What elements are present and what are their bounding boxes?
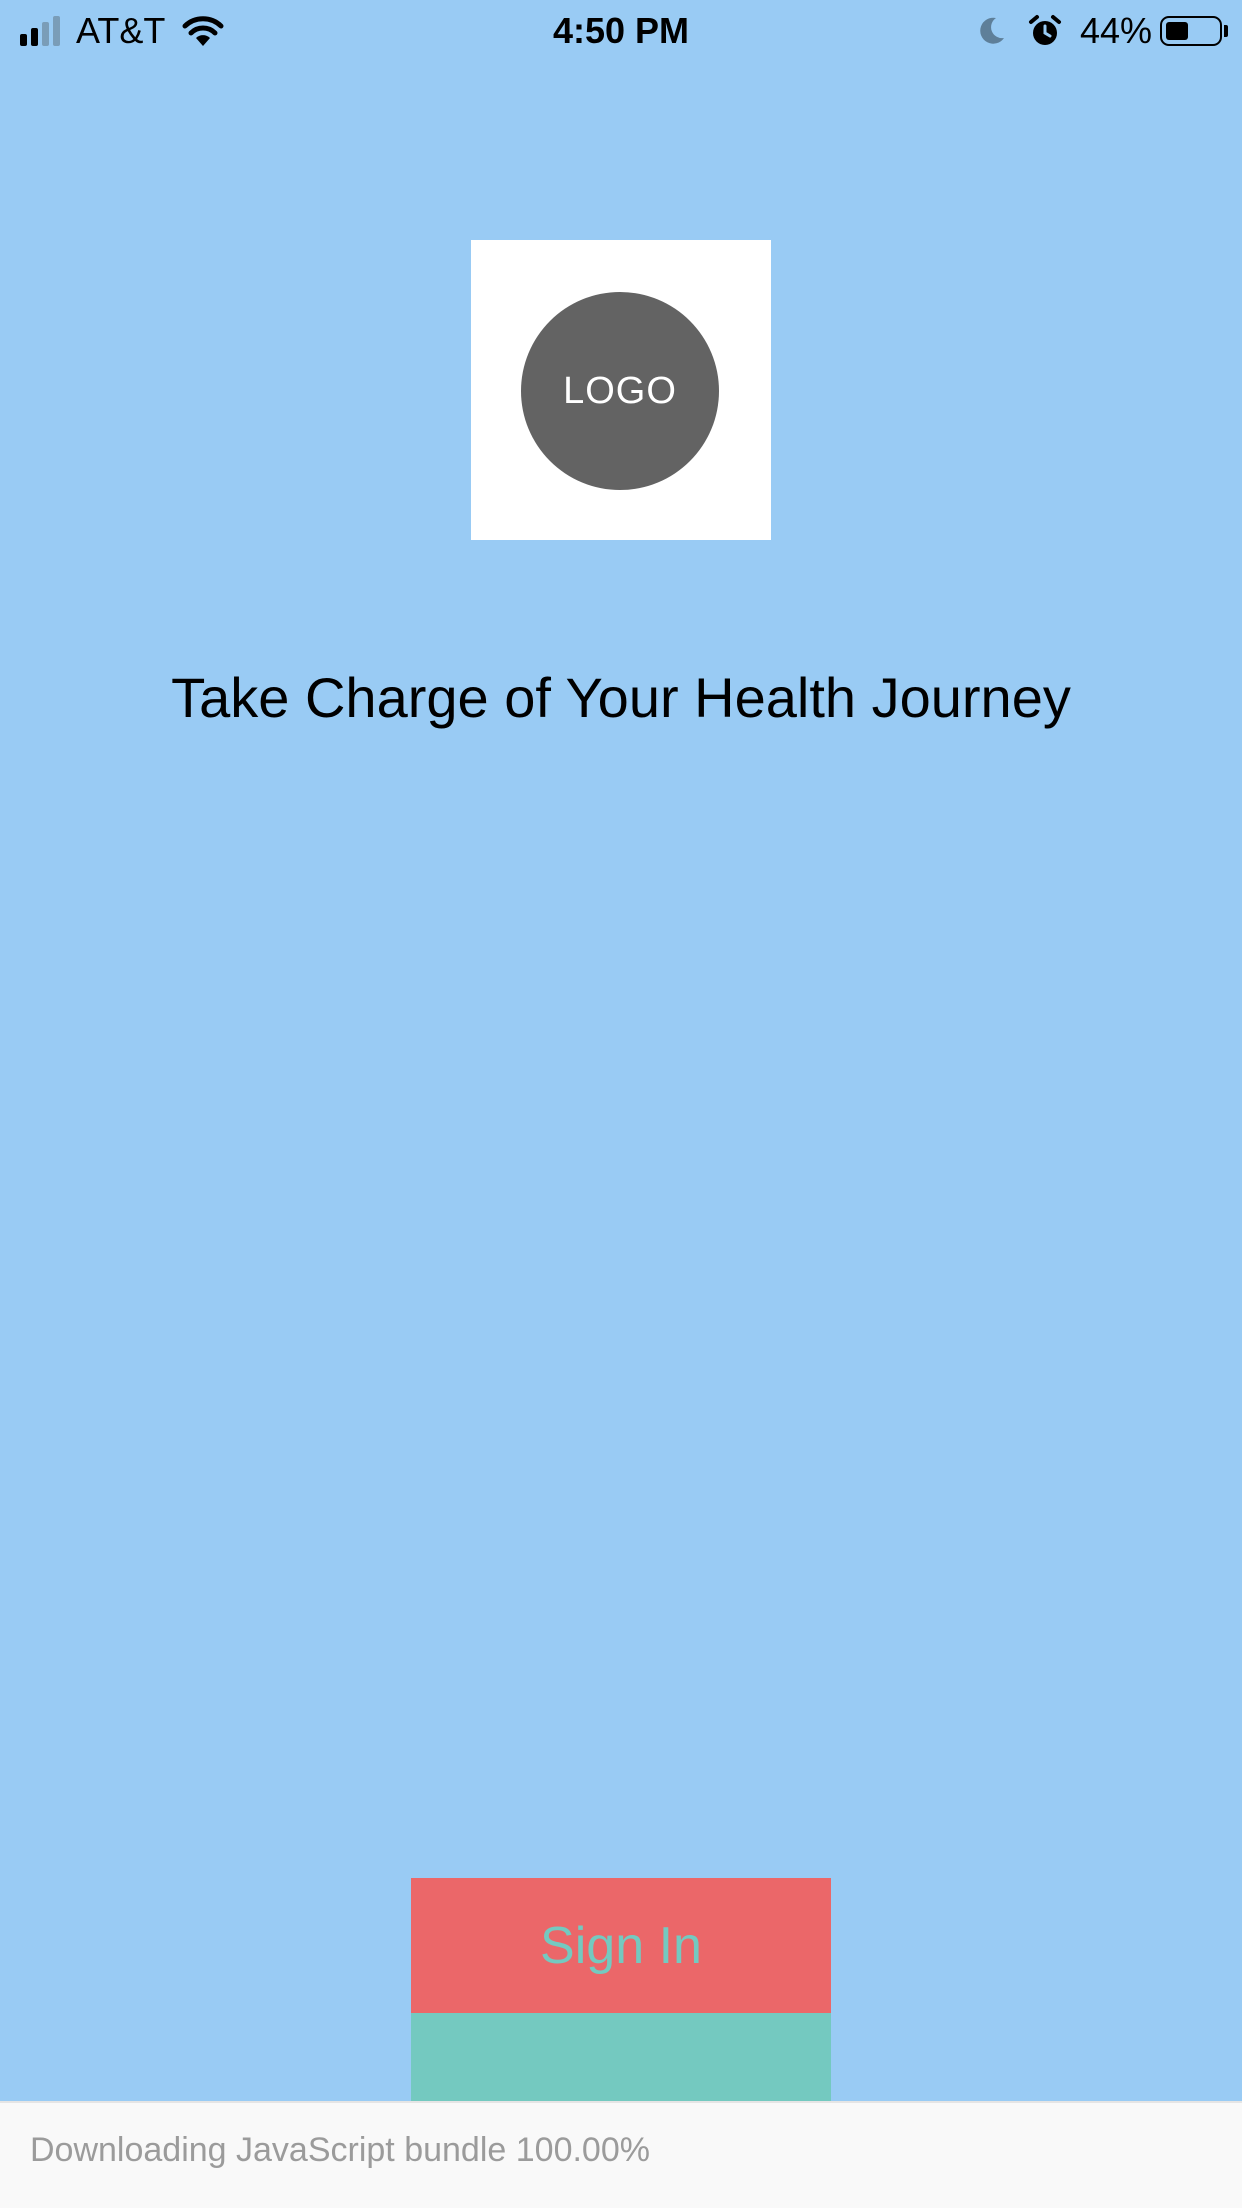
- moon-icon: [980, 17, 1004, 44]
- secondary-button[interactable]: [411, 2013, 831, 2101]
- status-bar: AT&T 4:50 PM 44%: [0, 0, 1242, 62]
- alarm-icon: [1028, 15, 1061, 45]
- battery-fill: [1166, 22, 1188, 40]
- logo-container: LOGO: [471, 240, 771, 540]
- battery-percent: 44%: [1079, 10, 1152, 51]
- logo-placeholder: LOGO: [521, 292, 719, 490]
- logo-text: LOGO: [563, 369, 677, 412]
- battery-tip: [1224, 25, 1228, 37]
- headline: Take Charge of Your Health Journey: [171, 666, 1071, 729]
- bundle-status-text: Downloading JavaScript bundle 100.00%: [30, 2131, 650, 2169]
- sign-in-label: Sign In: [540, 1916, 702, 1975]
- sign-in-button[interactable]: Sign In: [411, 1878, 831, 2013]
- bundle-status-bar: Downloading JavaScript bundle 100.00%: [0, 2101, 1242, 2208]
- status-right: 44%: [978, 8, 1228, 54]
- battery-icon: [1160, 16, 1222, 46]
